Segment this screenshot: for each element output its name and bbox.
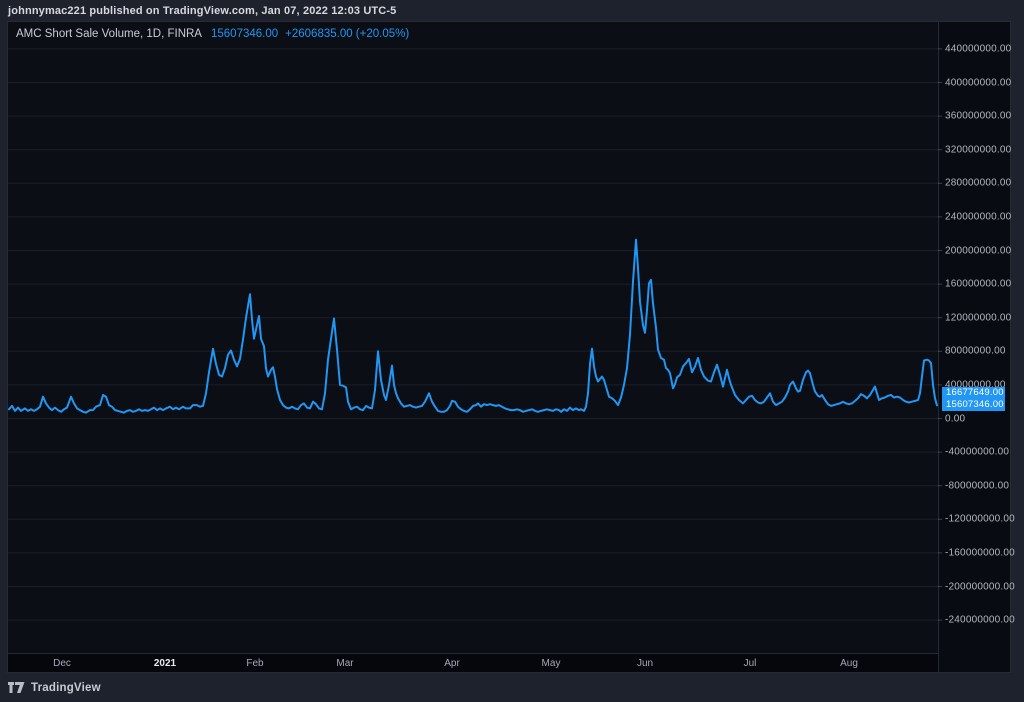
tradingview-logo-icon[interactable] (8, 682, 25, 693)
price-tick-label: -40000000.00 (945, 447, 1009, 458)
price-tick-label: 280000000.00 (945, 178, 1011, 189)
time-tick-label: 2021 (154, 657, 176, 671)
time-tick-label: Feb (246, 657, 263, 671)
time-tick-label: Apr (444, 657, 460, 671)
price-tick-label: 80000000.00 (945, 346, 1006, 357)
price-tick-label: -120000000.00 (945, 514, 1015, 525)
time-tick-label: Dec (53, 657, 71, 671)
price-tick-label: -240000000.00 (945, 615, 1015, 626)
time-tick-label: Jun (637, 657, 653, 671)
time-tick-label: May (542, 657, 561, 671)
legend: AMC Short Sale Volume, 1D, FINRA 15607346… (16, 28, 409, 40)
price-tick-label: 0.00 (945, 413, 965, 424)
time-tick-label: Aug (840, 657, 858, 671)
time-tick-label: Jul (744, 657, 757, 671)
legend-change: +2606835.00 (+20.05%) (285, 28, 409, 40)
legend-last-value: 15607346.00 (211, 28, 278, 40)
price-tick-label: 200000000.00 (945, 245, 1011, 256)
price-tick-label: 120000000.00 (945, 312, 1011, 323)
footer-bar: TradingView (0, 673, 1024, 702)
chart-widget: AMC Short Sale Volume, 1D, FINRA 15607346… (7, 21, 1011, 673)
publish-bar: johnnymac221 published on TradingView.co… (0, 0, 1024, 21)
volume-line-series (9, 240, 937, 413)
price-tick-label: 240000000.00 (945, 211, 1011, 222)
price-label-prev-close: 16677649.00 (942, 387, 1005, 399)
price-tick-label: 160000000.00 (945, 279, 1011, 290)
price-tick-label: -160000000.00 (945, 547, 1015, 558)
price-tick-label: -200000000.00 (945, 581, 1015, 592)
publish-text: johnnymac221 published on TradingView.co… (8, 5, 396, 17)
price-tick-label: 440000000.00 (945, 43, 1011, 54)
chart-svg[interactable] (8, 22, 1010, 672)
tradingview-snapshot: johnnymac221 published on TradingView.co… (0, 0, 1024, 702)
tradingview-logo-text[interactable]: TradingView (31, 682, 101, 694)
price-tick-label: 320000000.00 (945, 144, 1011, 155)
price-tick-label: 360000000.00 (945, 111, 1011, 122)
price-tick-label: -80000000.00 (945, 480, 1009, 491)
time-tick-label: Mar (336, 657, 353, 671)
legend-symbol-title: AMC Short Sale Volume, 1D, FINRA (16, 28, 202, 40)
price-label-last: 15607346.00 (942, 399, 1005, 411)
price-tick-label: 400000000.00 (945, 77, 1011, 88)
